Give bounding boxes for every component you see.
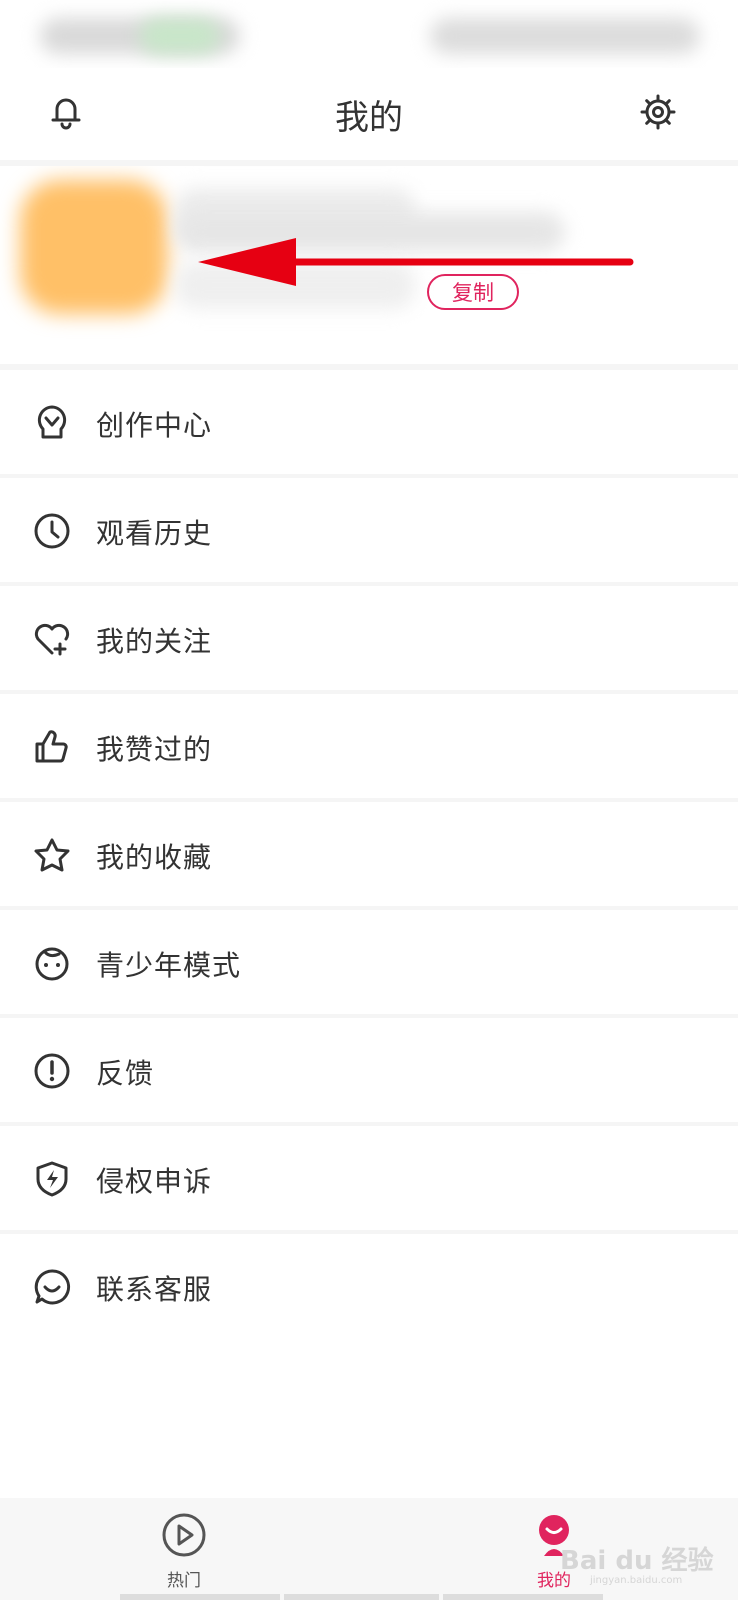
watermark-text: Bai du 经验: [560, 1546, 714, 1576]
play-circle-icon: [162, 1513, 206, 1557]
gear-icon: [640, 94, 676, 130]
menu-item-watch-history[interactable]: 观看历史: [0, 478, 738, 582]
exclamation-icon: [34, 1053, 70, 1089]
menu-item-label: 观看历史: [96, 517, 213, 550]
status-bar-right-blur: [430, 18, 700, 54]
clock-icon: [34, 513, 70, 549]
home-indicator-left: [120, 1594, 280, 1600]
menu-item-label: 联系客服: [96, 1273, 213, 1306]
shield-bolt-icon: [36, 1161, 68, 1197]
bulb-icon: [37, 405, 67, 439]
menu-item-label: 青少年模式: [96, 949, 242, 982]
menu-item-feedback[interactable]: 反馈: [0, 1018, 738, 1122]
menu-item-label: 我的关注: [96, 625, 213, 658]
menu-item-label: 我赞过的: [96, 733, 213, 766]
menu-item-label: 创作中心: [96, 409, 213, 442]
menu-item-label: 反馈: [96, 1057, 155, 1090]
settings-button[interactable]: [636, 90, 680, 134]
home-indicator-right: [443, 1594, 603, 1600]
heart-plus-icon: [34, 623, 70, 656]
status-bar-left-accent-blur: [140, 18, 220, 54]
bottom-tab-bar: 热门 我的 Bai du 经验 jingyan.baidu.com: [0, 1498, 738, 1600]
thumbs-up-icon: [35, 730, 68, 763]
page-header: 我的: [0, 68, 738, 160]
baby-face-icon: [35, 947, 69, 981]
watermark-subtext: jingyan.baidu.com: [590, 1575, 683, 1586]
menu-item-label: 侵权申诉: [96, 1165, 213, 1198]
annotation-arrow: [198, 238, 634, 286]
menu-item-customer-service[interactable]: 联系客服: [0, 1234, 738, 1338]
menu-item-infringement-complaint[interactable]: 侵权申诉: [0, 1126, 738, 1230]
page-title: 我的: [335, 98, 403, 138]
menu-list: 创作中心 观看历史 我的关注 我赞过的 我的收藏 青少年模式 反馈 侵权申诉 联…: [0, 370, 738, 1338]
home-indicator-mid: [284, 1594, 439, 1600]
menu-item-favorites[interactable]: 我的收藏: [0, 802, 738, 906]
tab-hot[interactable]: 热门: [124, 1498, 244, 1600]
tab-label: 热门: [167, 1571, 201, 1591]
star-icon: [34, 838, 70, 872]
menu-item-label: 我的收藏: [96, 841, 213, 874]
menu-item-teen-mode[interactable]: 青少年模式: [0, 910, 738, 1014]
menu-item-creator-center[interactable]: 创作中心: [0, 370, 738, 474]
menu-item-liked[interactable]: 我赞过的: [0, 694, 738, 798]
profile-card[interactable]: 复制: [0, 166, 738, 364]
status-bar: [0, 0, 738, 68]
menu-item-following[interactable]: 我的关注: [0, 586, 738, 690]
chat-smile-icon: [34, 1269, 71, 1305]
